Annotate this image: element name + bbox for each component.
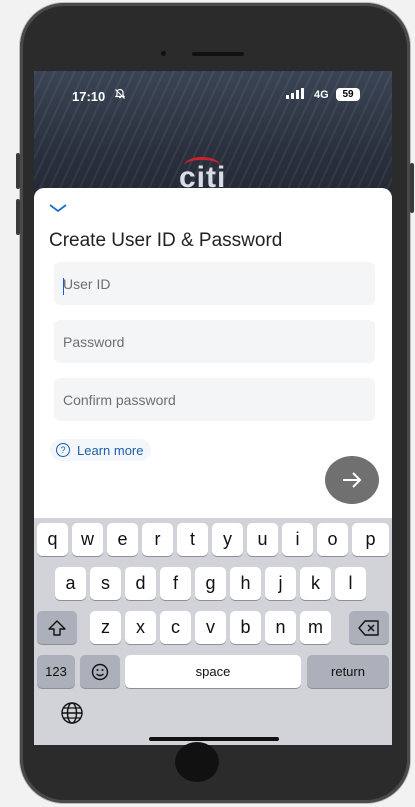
key-n[interactable]: n bbox=[265, 611, 296, 644]
confirm-password-field[interactable] bbox=[54, 378, 375, 421]
home-indicator bbox=[149, 737, 279, 741]
key-m[interactable]: m bbox=[300, 611, 331, 644]
key-v[interactable]: v bbox=[195, 611, 226, 644]
create-credentials-sheet: Create User ID & Password ? Learn more bbox=[34, 188, 392, 518]
key-i[interactable]: i bbox=[282, 523, 313, 556]
status-bar: 17:10 4G 59 bbox=[34, 71, 392, 121]
delete-key[interactable] bbox=[349, 611, 389, 644]
keyboard: q w e r t y u i o p a s d f g h j k l z … bbox=[34, 518, 392, 745]
learn-more-link[interactable]: ? Learn more bbox=[50, 439, 152, 461]
emoji-icon bbox=[91, 663, 109, 680]
screen: 17:10 4G 59 citi Create User ID & Passwo… bbox=[34, 71, 392, 745]
signal-icon bbox=[286, 88, 304, 102]
globe-icon bbox=[61, 702, 83, 724]
key-s[interactable]: s bbox=[90, 567, 121, 600]
key-w[interactable]: w bbox=[72, 523, 103, 556]
home-button bbox=[175, 742, 219, 782]
speaker bbox=[192, 52, 244, 56]
key-l[interactable]: l bbox=[335, 567, 366, 600]
key-a[interactable]: a bbox=[55, 567, 86, 600]
network-type: 4G bbox=[314, 89, 329, 101]
help-icon: ? bbox=[56, 443, 70, 457]
silent-bell-icon bbox=[114, 88, 126, 103]
globe-key[interactable] bbox=[60, 701, 86, 727]
key-k[interactable]: k bbox=[300, 567, 331, 600]
key-p[interactable]: p bbox=[352, 523, 389, 556]
key-y[interactable]: y bbox=[212, 523, 243, 556]
chevron-down-icon[interactable] bbox=[48, 203, 68, 213]
next-button[interactable] bbox=[325, 456, 379, 504]
key-b[interactable]: b bbox=[230, 611, 261, 644]
emoji-key[interactable] bbox=[80, 655, 120, 688]
user-id-field[interactable] bbox=[54, 262, 375, 305]
volume-up-button bbox=[16, 153, 20, 189]
numbers-key[interactable]: 123 bbox=[37, 655, 75, 688]
key-g[interactable]: g bbox=[195, 567, 226, 600]
power-button bbox=[410, 163, 414, 213]
key-r[interactable]: r bbox=[142, 523, 173, 556]
password-field[interactable] bbox=[54, 320, 375, 363]
space-key[interactable]: space bbox=[125, 655, 301, 688]
learn-more-label: Learn more bbox=[77, 442, 144, 458]
shift-key[interactable] bbox=[37, 611, 77, 644]
key-c[interactable]: c bbox=[160, 611, 191, 644]
key-d[interactable]: d bbox=[125, 567, 156, 600]
key-z[interactable]: z bbox=[90, 611, 121, 644]
volume-down-button bbox=[16, 199, 20, 235]
key-x[interactable]: x bbox=[125, 611, 156, 644]
camera bbox=[161, 51, 166, 56]
key-u[interactable]: u bbox=[247, 523, 278, 556]
battery-indicator: 59 bbox=[336, 88, 360, 101]
shift-icon bbox=[48, 619, 66, 636]
key-j[interactable]: j bbox=[265, 567, 296, 600]
key-o[interactable]: o bbox=[317, 523, 348, 556]
key-e[interactable]: e bbox=[107, 523, 138, 556]
key-h[interactable]: h bbox=[230, 567, 261, 600]
key-q[interactable]: q bbox=[37, 523, 68, 556]
status-time: 17:10 bbox=[72, 89, 106, 104]
phone-frame: 17:10 4G 59 citi Create User ID & Passwo… bbox=[16, 3, 414, 803]
backspace-icon bbox=[358, 619, 379, 636]
page-title: Create User ID & Password bbox=[49, 230, 283, 251]
key-t[interactable]: t bbox=[177, 523, 208, 556]
arrow-right-icon bbox=[343, 472, 362, 488]
return-key[interactable]: return bbox=[307, 655, 389, 688]
key-f[interactable]: f bbox=[160, 567, 191, 600]
text-cursor bbox=[63, 278, 64, 295]
